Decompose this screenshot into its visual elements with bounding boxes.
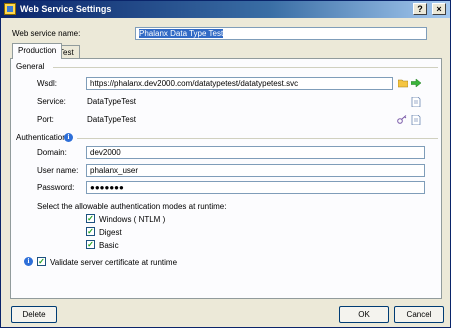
authentication-info-icon[interactable]: i — [64, 133, 73, 142]
password-value: ●●●●●●● — [90, 183, 124, 192]
general-group-label: General — [16, 62, 45, 71]
service-name-label: Web service name: — [12, 29, 81, 38]
basic-checkbox[interactable]: ✓ — [86, 240, 95, 249]
authentication-divider — [77, 138, 438, 139]
username-value: phalanx_user — [90, 166, 139, 175]
port-label: Port: — [37, 115, 54, 124]
tab-production[interactable]: Production — [12, 43, 63, 59]
wsdl-label: Wsdl: — [37, 79, 57, 88]
windows-ntlm-label: Windows ( NTLM ) — [99, 215, 166, 224]
close-button[interactable]: × — [432, 3, 446, 15]
help-button[interactable]: ? — [413, 3, 427, 15]
wsdl-value: https://phalanx.dev2000.com/datatypetest… — [90, 79, 299, 88]
window-title: Web Service Settings — [20, 4, 112, 14]
app-icon — [4, 3, 16, 15]
password-input[interactable]: ●●●●●●● — [86, 181, 425, 194]
digest-checkbox[interactable]: ✓ — [86, 227, 95, 236]
validate-info-icon[interactable]: i — [24, 257, 33, 266]
domain-label: Domain: — [37, 148, 67, 157]
key-icon[interactable] — [397, 115, 407, 125]
wsdl-input[interactable]: https://phalanx.dev2000.com/datatypetest… — [86, 77, 393, 90]
windows-ntlm-checkbox[interactable]: ✓ — [86, 214, 95, 223]
password-label: Password: — [37, 183, 75, 192]
validate-certificate-checkbox[interactable]: ✓ — [37, 257, 46, 266]
delete-button[interactable]: Delete — [11, 306, 57, 323]
authentication-group-label: Authentication — [16, 133, 67, 142]
username-label: User name: — [37, 166, 79, 175]
port-document-icon[interactable] — [411, 115, 421, 125]
service-value: DataTypeTest — [87, 97, 136, 106]
validate-certificate-label: Validate server certificate at runtime — [50, 258, 178, 267]
username-input[interactable]: phalanx_user — [86, 164, 425, 177]
service-label: Service: — [37, 97, 66, 106]
tab-panel: General Wsdl: https://phalanx.dev2000.co… — [10, 58, 442, 299]
domain-input[interactable]: dev2000 — [86, 146, 425, 159]
domain-value: dev2000 — [90, 148, 121, 157]
general-divider — [53, 67, 438, 68]
port-value: DataTypeTest — [87, 115, 136, 124]
service-document-icon[interactable] — [411, 97, 421, 107]
auth-modes-label: Select the allowable authentication mode… — [37, 202, 227, 211]
digest-label: Digest — [99, 228, 122, 237]
title-bar: Web Service Settings ? × — [1, 1, 450, 18]
green-arrow-icon[interactable] — [411, 78, 421, 88]
service-name-input[interactable]: Phalanx Data Type Test — [135, 27, 427, 40]
web-service-settings-window: Web Service Settings ? × Web service nam… — [0, 0, 451, 328]
basic-label: Basic — [99, 241, 119, 250]
folder-icon[interactable] — [398, 78, 408, 88]
service-name-value: Phalanx Data Type Test — [139, 29, 224, 38]
cancel-button[interactable]: Cancel — [394, 306, 444, 323]
ok-button[interactable]: OK — [339, 306, 389, 323]
